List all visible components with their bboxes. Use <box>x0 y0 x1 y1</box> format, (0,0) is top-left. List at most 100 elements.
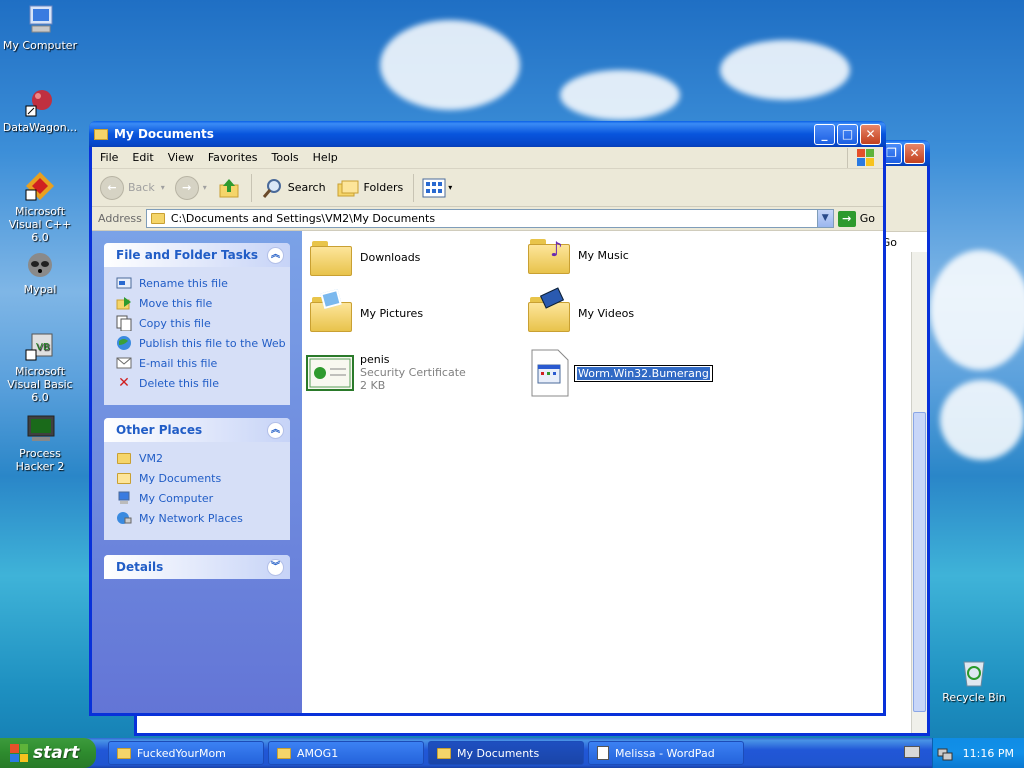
go-button[interactable]: → Go <box>837 210 875 227</box>
item-size: 2 KB <box>360 379 386 392</box>
forward-arrow-icon: → <box>174 175 199 200</box>
item-label: My Videos <box>578 306 635 320</box>
place-label: My Network Places <box>139 511 243 525</box>
taskbar-item-my-documents[interactable]: My Documents <box>428 741 584 765</box>
desktop-icon-mypal[interactable]: Mypal <box>0 248 80 296</box>
desktop-icon-recycle-bin[interactable]: Recycle Bin <box>934 656 1014 704</box>
item-penis-certificate[interactable]: penis Security Certificate 2 KB <box>306 353 466 392</box>
start-button[interactable]: start <box>0 738 96 768</box>
taskbar-item-label: AMOG1 <box>297 746 339 760</box>
taskbar-item-label: Melissa - WordPad <box>615 746 715 760</box>
background-scrollbar[interactable] <box>911 252 927 733</box>
back-button[interactable]: ← Back ▾ <box>100 175 165 200</box>
details-header[interactable]: Details ︾ <box>104 555 290 579</box>
forward-button[interactable]: → ▾ <box>174 175 207 200</box>
task-email[interactable]: E-mail this file <box>116 353 290 373</box>
item-my-music[interactable]: ♪ My Music <box>528 237 629 274</box>
recycle-bin-icon <box>958 656 990 688</box>
search-button[interactable]: Search <box>260 176 326 200</box>
other-places-list: VM2 My Documents My Computer My Network … <box>104 442 290 536</box>
system-tray: 11:16 PM <box>932 738 1024 768</box>
task-publish[interactable]: Publish this file to the Web <box>116 333 290 353</box>
rename-value: Worm.Win32.Bumerang <box>577 366 710 380</box>
item-my-videos[interactable]: My Videos <box>528 287 635 332</box>
taskbar-item-fuckedyourmom[interactable]: FuckedYourMom <box>108 741 264 765</box>
desktop-icon-visual-cpp[interactable]: Microsoft Visual C++ 6.0 <box>0 170 80 244</box>
scrollbar-thumb[interactable] <box>913 412 926 712</box>
back-arrow-icon: ← <box>100 175 124 200</box>
task-rename[interactable]: Rename this file <box>116 273 290 293</box>
window-titlebar[interactable]: My Documents _ □ ✕ <box>89 121 886 147</box>
item-downloads[interactable]: Downloads <box>310 241 420 276</box>
visual-basic-icon: VB <box>24 330 56 362</box>
address-label: Address <box>98 212 142 225</box>
folders-icon <box>337 180 359 196</box>
file-folder-tasks-header[interactable]: File and Folder Tasks ︽ <box>104 243 290 267</box>
folders-label: Folders <box>363 181 404 194</box>
place-my-computer[interactable]: My Computer <box>116 488 290 508</box>
file-folder-tasks-title: File and Folder Tasks <box>116 248 259 262</box>
desktop-icon-process-hacker[interactable]: Process Hacker 2 <box>0 412 80 473</box>
taskbar: start FuckedYourMom AMOG1 My Documents M… <box>0 738 1024 768</box>
taskbar-item-wordpad[interactable]: Melissa - WordPad <box>588 741 744 765</box>
menu-tools[interactable]: Tools <box>272 151 299 164</box>
item-worm-file[interactable]: Worm.Win32.Bumerang <box>528 349 713 397</box>
item-my-pictures[interactable]: My Pictures <box>310 288 423 332</box>
minimize-button[interactable]: _ <box>814 123 835 145</box>
desktop-icon-label: Recycle Bin <box>942 691 1006 704</box>
network-tray-icon[interactable] <box>937 745 953 761</box>
maximize-button[interactable]: □ <box>837 123 858 145</box>
menu-favorites[interactable]: Favorites <box>208 151 258 164</box>
desktop-icon-label: Microsoft Visual C++ 6.0 <box>8 205 72 244</box>
task-label: Copy this file <box>139 316 211 330</box>
menu-file[interactable]: File <box>100 151 118 164</box>
other-places-title: Other Places <box>116 423 203 437</box>
close-button[interactable]: ✕ <box>904 142 925 164</box>
taskbar-item-amog1[interactable]: AMOG1 <box>268 741 424 765</box>
task-move[interactable]: Move this file <box>116 293 290 313</box>
task-copy[interactable]: Copy this file <box>116 313 290 333</box>
desktop-icon-datawagon[interactable]: DataWagon... <box>0 86 80 134</box>
address-value: C:\Documents and Settings\VM2\My Documen… <box>170 212 436 225</box>
menu-edit[interactable]: Edit <box>132 151 153 164</box>
go-arrow-icon: → <box>837 210 856 227</box>
place-my-documents[interactable]: My Documents <box>116 468 290 488</box>
file-list: Downloads ♪ My Music My Pictures My Vide… <box>302 231 883 713</box>
copy-icon <box>116 315 132 331</box>
task-label: Delete this file <box>139 376 219 390</box>
folder-icon <box>117 747 131 759</box>
menu-view[interactable]: View <box>168 151 194 164</box>
address-field[interactable]: C:\Documents and Settings\VM2\My Documen… <box>145 209 834 228</box>
cloud <box>940 380 1024 460</box>
email-icon <box>116 355 132 371</box>
folders-button[interactable]: Folders <box>336 176 404 200</box>
rename-field[interactable]: Worm.Win32.Bumerang <box>574 364 713 382</box>
my-documents-window[interactable]: My Documents _ □ ✕ File Edit View Favori… <box>89 121 886 716</box>
raccoon-icon <box>24 248 56 280</box>
desktop-icon-my-computer[interactable]: My Computer <box>0 4 80 52</box>
desktop-icon-label: Process Hacker 2 <box>15 447 65 473</box>
address-dropdown-icon[interactable]: ▼ <box>816 210 833 227</box>
other-places-header[interactable]: Other Places ︽ <box>104 418 290 442</box>
menu-help[interactable]: Help <box>313 151 338 164</box>
dropdown-arrow-icon: ▾ <box>448 183 453 192</box>
expand-chevron-icon[interactable]: ︾ <box>267 558 284 576</box>
up-button[interactable] <box>217 176 241 200</box>
collapse-chevron-icon[interactable]: ︽ <box>267 246 284 264</box>
svg-text:VB: VB <box>36 342 50 353</box>
place-my-network-places[interactable]: My Network Places <box>116 508 290 528</box>
cloud <box>560 70 680 120</box>
process-hacker-icon <box>24 412 56 444</box>
window-body: File and Folder Tasks ︽ Rename this file… <box>92 231 883 713</box>
close-button[interactable]: ✕ <box>860 123 881 145</box>
computer-icon <box>24 4 56 36</box>
desktop-icon-visual-basic[interactable]: VB Microsoft Visual Basic 6.0 <box>0 330 80 404</box>
task-delete[interactable]: ✕ Delete this file <box>116 373 290 393</box>
place-vm2[interactable]: VM2 <box>116 448 290 468</box>
collapse-chevron-icon[interactable]: ︽ <box>267 421 284 439</box>
wordpad-icon <box>597 746 609 760</box>
views-button[interactable]: ▾ <box>422 178 452 198</box>
clock[interactable]: 11:16 PM <box>963 747 1014 760</box>
task-label: Publish this file to the Web <box>139 336 286 350</box>
keyboard-icon[interactable] <box>904 746 920 758</box>
